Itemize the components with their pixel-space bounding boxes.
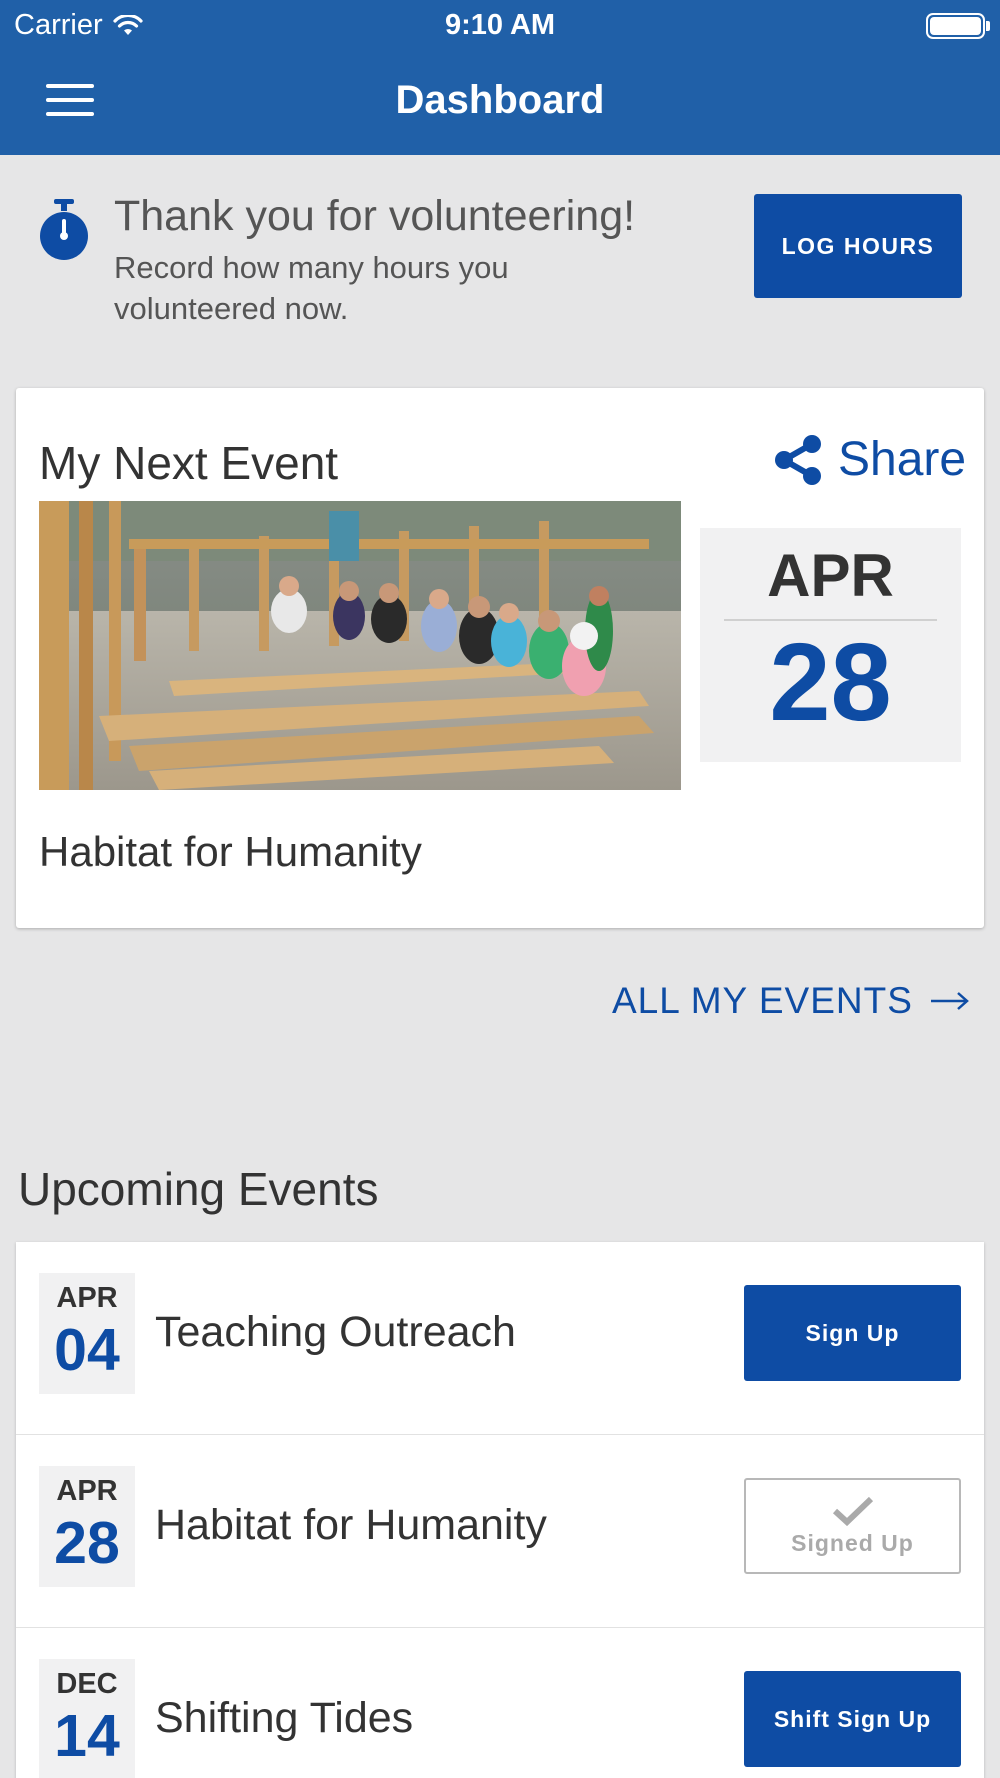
upcoming-events-heading: Upcoming Events — [18, 1163, 379, 1215]
event-row-habitat-for-humanity[interactable]: APR 28 Habitat for Humanity Signed Up — [16, 1435, 984, 1628]
status-time: 9:10 AM — [444, 9, 556, 41]
all-my-events-label: ALL MY EVENTS — [612, 980, 913, 1021]
event-month: APR — [56, 1475, 118, 1507]
all-my-events-link[interactable]: ALL MY EVENTS — [612, 980, 969, 1022]
share-label: Share — [838, 433, 967, 486]
battery-tip — [986, 21, 990, 31]
event-day: 04 — [54, 1317, 120, 1383]
stopwatch-icon — [40, 199, 88, 260]
event-date-badge: APR 04 — [39, 1273, 135, 1394]
upcoming-events-list: APR 04 Teaching Outreach Sign Up APR 28 … — [16, 1242, 984, 1778]
signed-up-label: Signed Up — [791, 1529, 914, 1556]
event-row-teaching-outreach[interactable]: APR 04 Teaching Outreach Sign Up — [16, 1242, 984, 1435]
log-hours-button[interactable]: LOG HOURS — [754, 194, 962, 298]
next-event-card[interactable]: My Next Event Share APR 28 Habitat for H… — [16, 388, 984, 928]
signed-up-button[interactable]: Signed Up — [744, 1478, 961, 1574]
event-name: Teaching Outreach — [155, 1308, 516, 1356]
sign-up-button[interactable]: Sign Up — [744, 1285, 961, 1381]
event-month: APR — [56, 1282, 118, 1314]
shift-sign-up-button[interactable]: Shift Sign Up — [744, 1671, 961, 1767]
event-row-shifting-tides[interactable]: DEC 14 Shifting Tides Shift Sign Up — [16, 1628, 984, 1778]
event-month: DEC — [56, 1668, 118, 1700]
event-date-badge: DEC 14 — [39, 1659, 135, 1778]
status-bar: Carrier 9:10 AM — [0, 0, 1000, 50]
next-event-day: 28 — [769, 621, 892, 744]
next-event-name: Habitat for Humanity — [39, 828, 422, 875]
banner-title: Thank you for volunteering! — [114, 192, 636, 240]
share-button[interactable]: Share — [772, 432, 966, 487]
next-event-month: APR — [767, 542, 894, 609]
event-day: 28 — [54, 1510, 120, 1576]
event-name: Habitat for Humanity — [155, 1501, 547, 1549]
app-header: Carrier 9:10 AM Dashboard — [0, 0, 1000, 155]
banner-subtitle: Record how many hours you volunteered no… — [114, 250, 509, 326]
next-event-heading: My Next Event — [39, 437, 339, 489]
event-name: Shifting Tides — [155, 1694, 414, 1742]
checkmark-icon — [832, 1496, 873, 1526]
event-photo[interactable] — [39, 501, 681, 790]
event-day: 14 — [54, 1703, 120, 1769]
page-title: Dashboard — [395, 78, 605, 122]
battery-icon — [926, 13, 985, 39]
event-date-badge: APR 28 — [39, 1466, 135, 1587]
arrow-right-icon — [930, 992, 969, 1010]
next-event-datebox: APR 28 — [700, 528, 961, 762]
share-icon — [775, 434, 821, 485]
